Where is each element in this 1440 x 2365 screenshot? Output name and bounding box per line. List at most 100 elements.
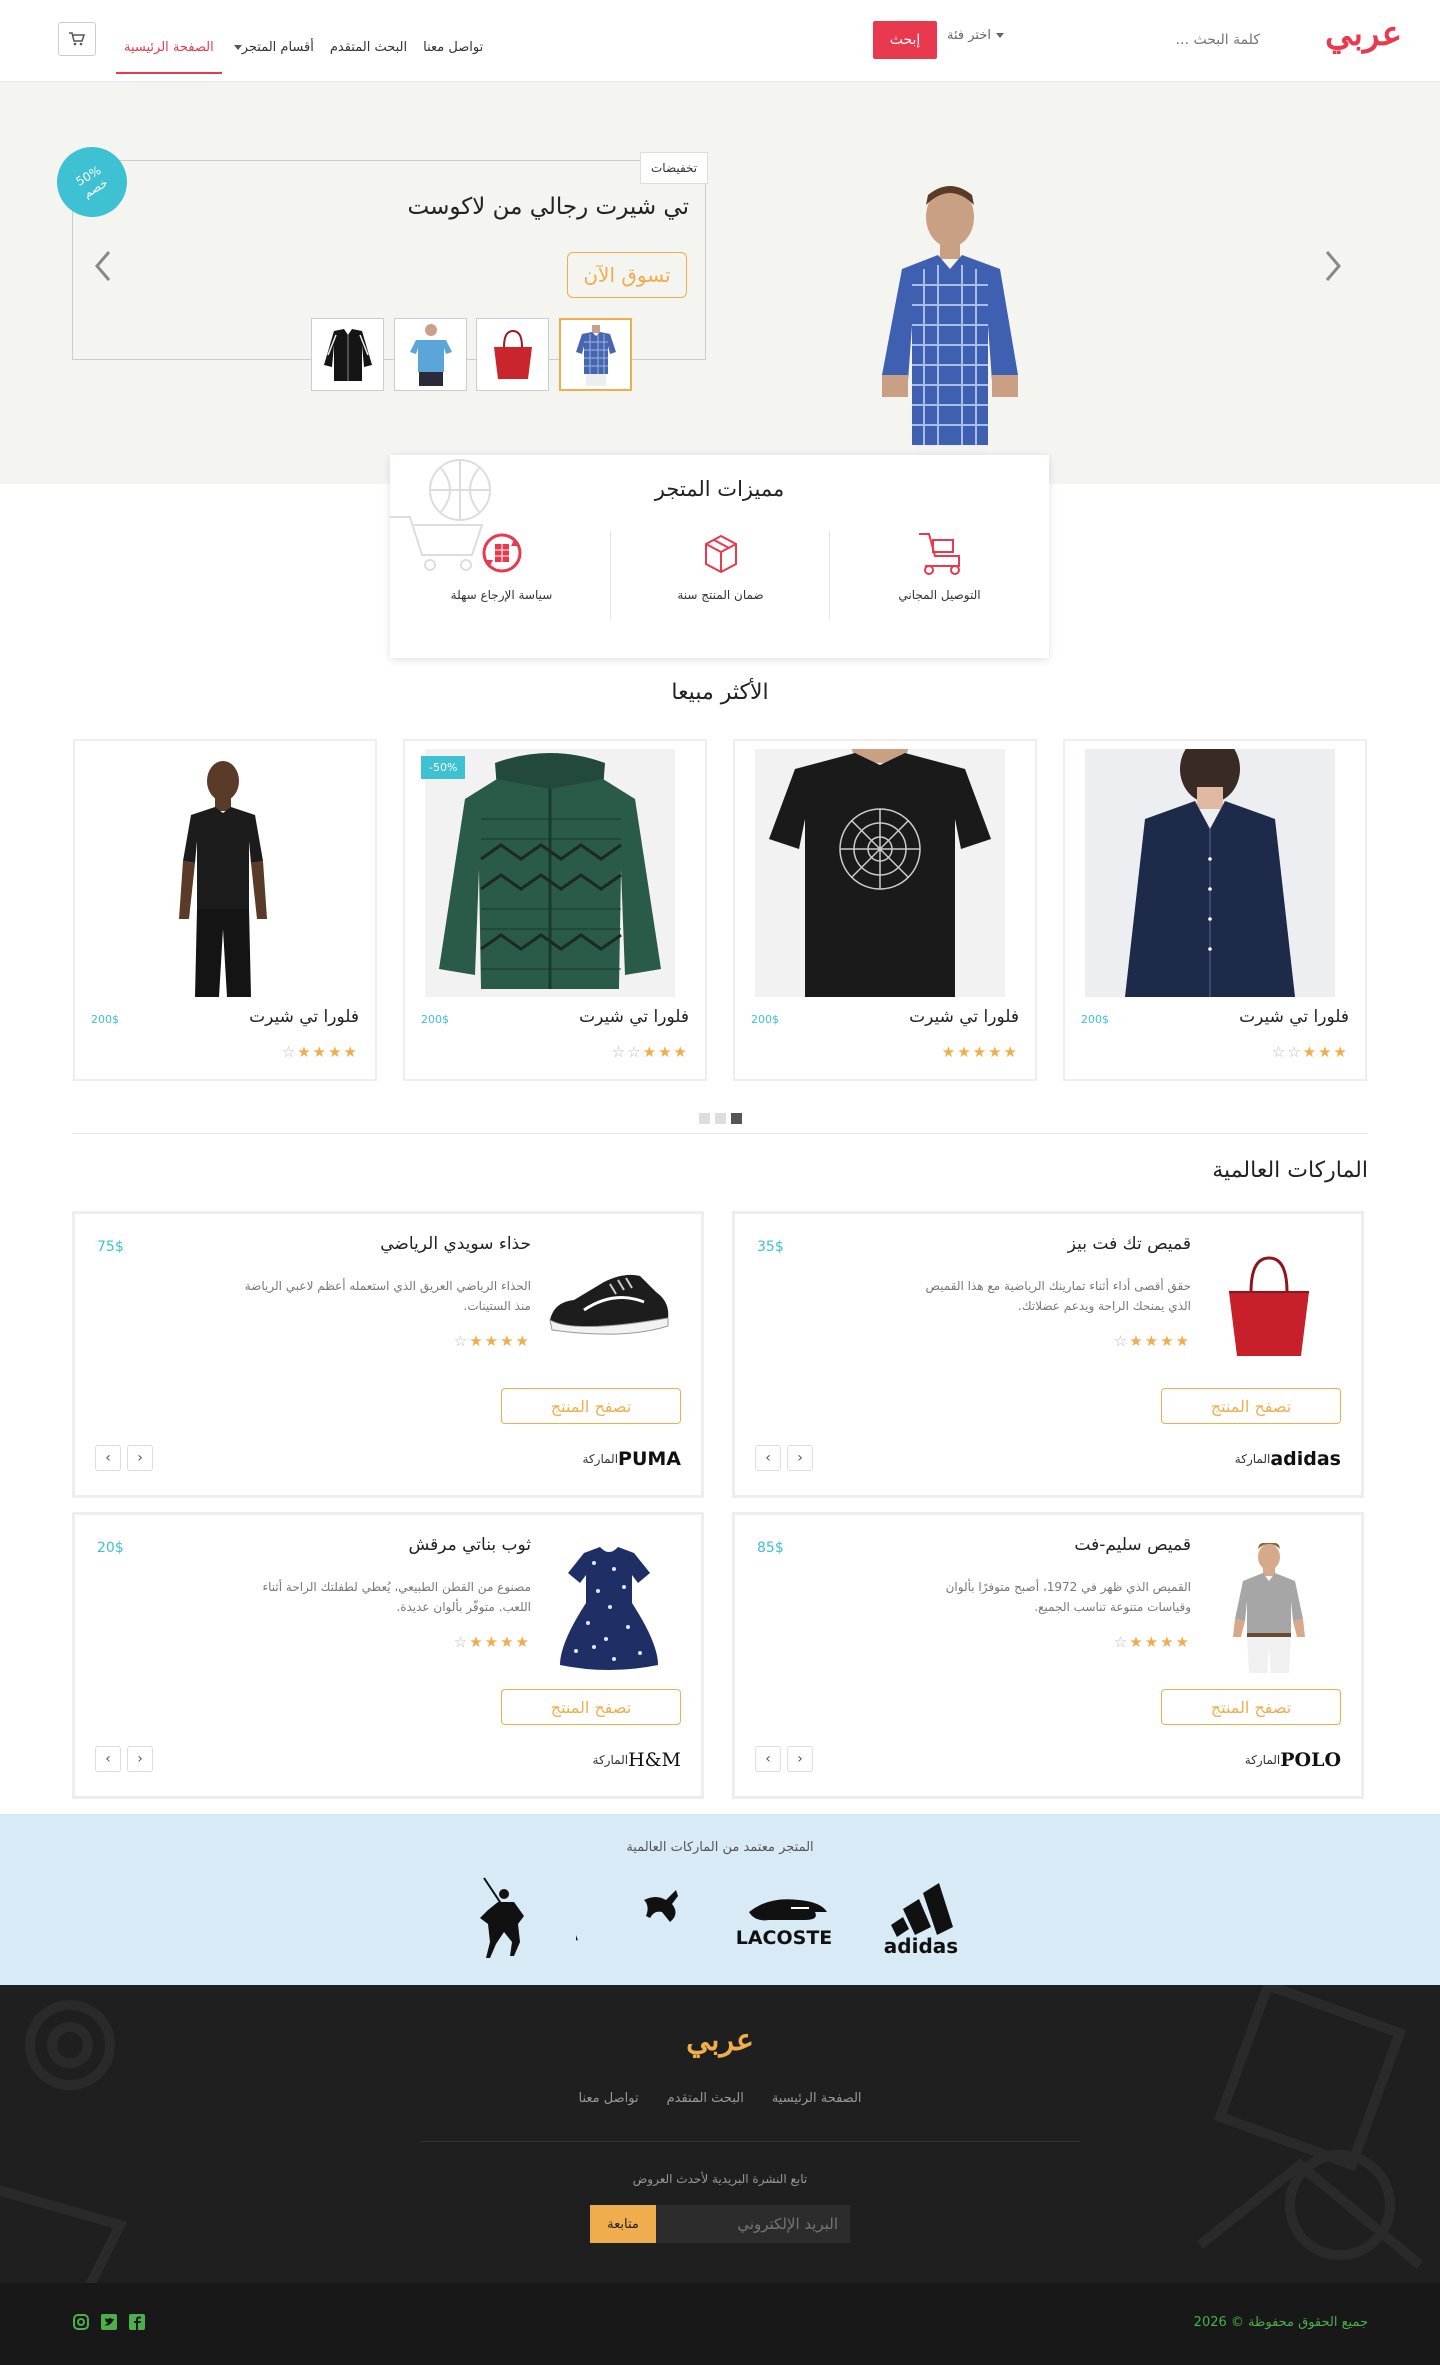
star-filled-icon: ★ (343, 1043, 359, 1061)
brand-name: H&M (628, 1749, 681, 1771)
chevron-left-icon[interactable]: ‹ (95, 1445, 121, 1471)
blue-shirt-image (575, 324, 616, 386)
star-filled-icon: ★ (484, 1633, 501, 1651)
category-select-label: اختر فئة (947, 28, 991, 43)
store-features: مميزات المتجر التوصيل المجاني ضمان المنت… (390, 455, 1049, 658)
search-button[interactable]: إبحث (873, 21, 937, 59)
star-filled-icon: ★ (484, 1332, 501, 1350)
brand-product-card: قميص سليم-فت 85$ القميص الذي ظهر في 1972… (732, 1512, 1364, 1799)
footer-links: الصفحة الرئيسية البحث المتقدم تواصل معنا (0, 2091, 1440, 2106)
box-icon (704, 534, 737, 574)
hero-next-arrow[interactable] (1324, 250, 1342, 282)
star-empty-icon: ☆ (627, 1043, 643, 1061)
black-tshirt-model-image (95, 749, 345, 997)
chevron-right-icon[interactable]: › (127, 1445, 153, 1471)
product-name: حذاء سويدي الرياضي (380, 1234, 531, 1254)
star-empty-icon: ☆ (1113, 1332, 1130, 1350)
adidas-logo[interactable]: adidas (876, 1872, 966, 1962)
newsletter-email-input[interactable] (656, 2205, 850, 2243)
product-price: 75$ (97, 1239, 124, 1255)
brand-product-card: ثوب بناتي مرقش 20$ مصنوع من القطن الطبيع… (72, 1512, 704, 1799)
svg-text:adidas: adidas (884, 1934, 958, 1957)
feature-free-delivery: التوصيل المجاني (830, 530, 1049, 650)
product-name: قميص تك فت بيز (1067, 1234, 1191, 1254)
social-links (72, 2313, 146, 2331)
polo-ralph-lauren-logo[interactable] (472, 1872, 536, 1962)
divider (72, 1133, 1368, 1134)
bottom-bar: جميع الحقوق محفوظة © 2026 (0, 2283, 1440, 2365)
lacoste-logo[interactable]: LACOSTE (728, 1872, 840, 1962)
newsletter-label: تابع النشرة البريدية لأحدث العروض (632, 2172, 808, 2186)
product-price: 85$ (757, 1540, 784, 1556)
brands-title: الماركات العالمية (1212, 1158, 1368, 1183)
chevron-left-icon[interactable]: ‹ (95, 1746, 121, 1772)
hero-prev-arrow[interactable] (94, 250, 112, 282)
chevron-right-icon[interactable]: › (787, 1445, 813, 1471)
brand-product-card: قميص تك فت بيز 35$ حقق أقصى أداء أثناء ت… (732, 1211, 1364, 1498)
star-filled-icon: ★ (988, 1043, 1004, 1061)
star-filled-icon: ★ (957, 1043, 973, 1061)
nav-contact[interactable]: تواصل معنا (415, 8, 491, 74)
pager-dot[interactable] (715, 1113, 726, 1124)
pager-dot[interactable] (731, 1113, 742, 1124)
product-card[interactable]: فلورا تي شيرت 200$ ★★★★★ (733, 739, 1037, 1081)
product-card[interactable]: 50%- فلورا تي شيرت 200$ ★★★☆☆ (403, 739, 707, 1081)
product-price: 20$ (97, 1540, 124, 1556)
star-filled-icon: ★ (1144, 1633, 1161, 1651)
footer-link-contact[interactable]: تواصل معنا (578, 2091, 638, 2106)
view-product-button[interactable]: تصفح المنتج (1161, 1689, 1341, 1725)
search-input[interactable] (1110, 24, 1260, 56)
hero-thumb-red-bag[interactable] (476, 318, 549, 391)
card-nav: ‹ › (755, 1445, 813, 1471)
delivery-icon (918, 533, 960, 575)
shop-now-button[interactable]: تسوق الآن (567, 252, 687, 298)
chevron-left-icon[interactable]: ‹ (755, 1445, 781, 1471)
footer-logo[interactable]: عربي (0, 2023, 1440, 2058)
puma-logo-icon: PUMA (576, 1890, 678, 1947)
product-image (425, 749, 675, 997)
instagram-icon[interactable] (72, 2313, 90, 2331)
star-filled-icon: ★ (1318, 1043, 1334, 1061)
nav-home[interactable]: الصفحة الرئيسية (116, 8, 222, 74)
hero-thumb-blue-shirt[interactable] (559, 318, 632, 391)
nav-store-sections[interactable]: أقسام المتجر (222, 8, 322, 74)
category-select[interactable]: اختر فئة (947, 28, 1004, 43)
subscribe-button[interactable]: متابعة (590, 2205, 656, 2243)
view-product-button[interactable]: تصفح المنتج (1161, 1388, 1341, 1424)
brand-label: الماركة H&M (593, 1749, 681, 1771)
cart-button[interactable] (58, 22, 96, 56)
pager-dot[interactable] (699, 1113, 710, 1124)
footer-link-advanced-search[interactable]: البحث المتقدم (667, 2091, 744, 2106)
chevron-right-icon[interactable]: › (127, 1746, 153, 1772)
star-filled-icon: ★ (941, 1043, 958, 1061)
nav-advanced-search[interactable]: البحث المتقدم (322, 8, 415, 74)
product-description: الحذاء الرياضي العريق الذي استعمله أعظم … (244, 1279, 531, 1313)
hero-tag: تخفيضات (640, 152, 709, 184)
product-image (1199, 1543, 1339, 1673)
footer-link-home[interactable]: الصفحة الرئيسية (772, 2091, 862, 2106)
brand-label: الماركة PUMA (583, 1448, 682, 1470)
product-name: ثوب بناتي مرقش (408, 1535, 531, 1555)
star-filled-icon: ★ (1129, 1332, 1145, 1350)
hero-title: تي شيرت رجالي من لاكوست (407, 194, 689, 220)
star-filled-icon: ★ (673, 1043, 689, 1061)
black-sneaker-image (549, 1274, 669, 1335)
view-product-button[interactable]: تصفح المنتج (501, 1689, 681, 1725)
logo[interactable]: عربي (1325, 14, 1402, 54)
puma-logo[interactable]: PUMA (576, 1872, 680, 1962)
star-filled-icon: ★ (515, 1332, 531, 1350)
product-image (95, 749, 345, 997)
product-card[interactable]: فلورا تي شيرت 200$ ★★★☆☆ (1063, 739, 1367, 1081)
hero-thumb-black-jacket[interactable] (311, 318, 384, 391)
hero-thumb-blue-tshirt[interactable] (394, 318, 467, 391)
product-card[interactable]: فلورا تي شيرت 200$ ★★★★☆ (73, 739, 377, 1081)
chevron-down-icon (995, 33, 1004, 38)
twitter-icon[interactable] (100, 2313, 118, 2331)
product-price: 200$ (751, 1013, 779, 1026)
brand-label-text: الماركة (592, 1753, 629, 1767)
chevron-left-icon[interactable]: ‹ (755, 1746, 781, 1772)
view-product-button[interactable]: تصفح المنتج (501, 1388, 681, 1424)
chevron-right-icon[interactable]: › (787, 1746, 813, 1772)
facebook-icon[interactable] (128, 2313, 146, 2331)
product-rating: ★★★★☆ (454, 1332, 531, 1350)
